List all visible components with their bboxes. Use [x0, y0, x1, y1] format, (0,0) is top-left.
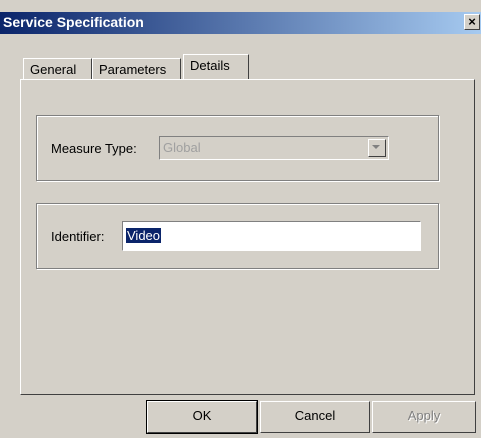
ok-button-label: OK — [192, 408, 212, 423]
tab-parameters[interactable]: Parameters — [92, 58, 181, 80]
tab-details[interactable]: Details — [183, 54, 249, 79]
identifier-input[interactable]: Video — [122, 221, 421, 251]
tab-parameters-label: Parameters — [99, 62, 167, 77]
chevron-down-icon — [372, 145, 380, 149]
apply-button-label: Apply — [407, 408, 441, 423]
title-bar[interactable]: Service Specification × — [0, 12, 481, 34]
tab-general[interactable]: General — [23, 58, 92, 80]
tab-general-label: General — [30, 62, 77, 77]
tab-details-label: Details — [190, 58, 230, 73]
window-title: Service Specification — [3, 14, 144, 30]
measure-type-select[interactable]: Global — [159, 136, 389, 160]
cancel-button-label: Cancel — [294, 408, 336, 423]
cancel-button[interactable]: Cancel — [260, 401, 370, 433]
identifier-label: Identifier: — [51, 229, 105, 244]
close-icon: × — [468, 14, 476, 29]
identifier-value: Video — [126, 228, 162, 243]
dialog-window: Service Specification × General Paramete… — [0, 0, 481, 438]
dropdown-button[interactable] — [368, 139, 386, 157]
measure-type-label: Measure Type: — [51, 141, 137, 156]
apply-button[interactable]: Apply — [372, 401, 476, 433]
close-button[interactable]: × — [464, 14, 480, 30]
measure-type-value: Global — [163, 140, 201, 155]
ok-button[interactable]: OK — [146, 400, 258, 434]
